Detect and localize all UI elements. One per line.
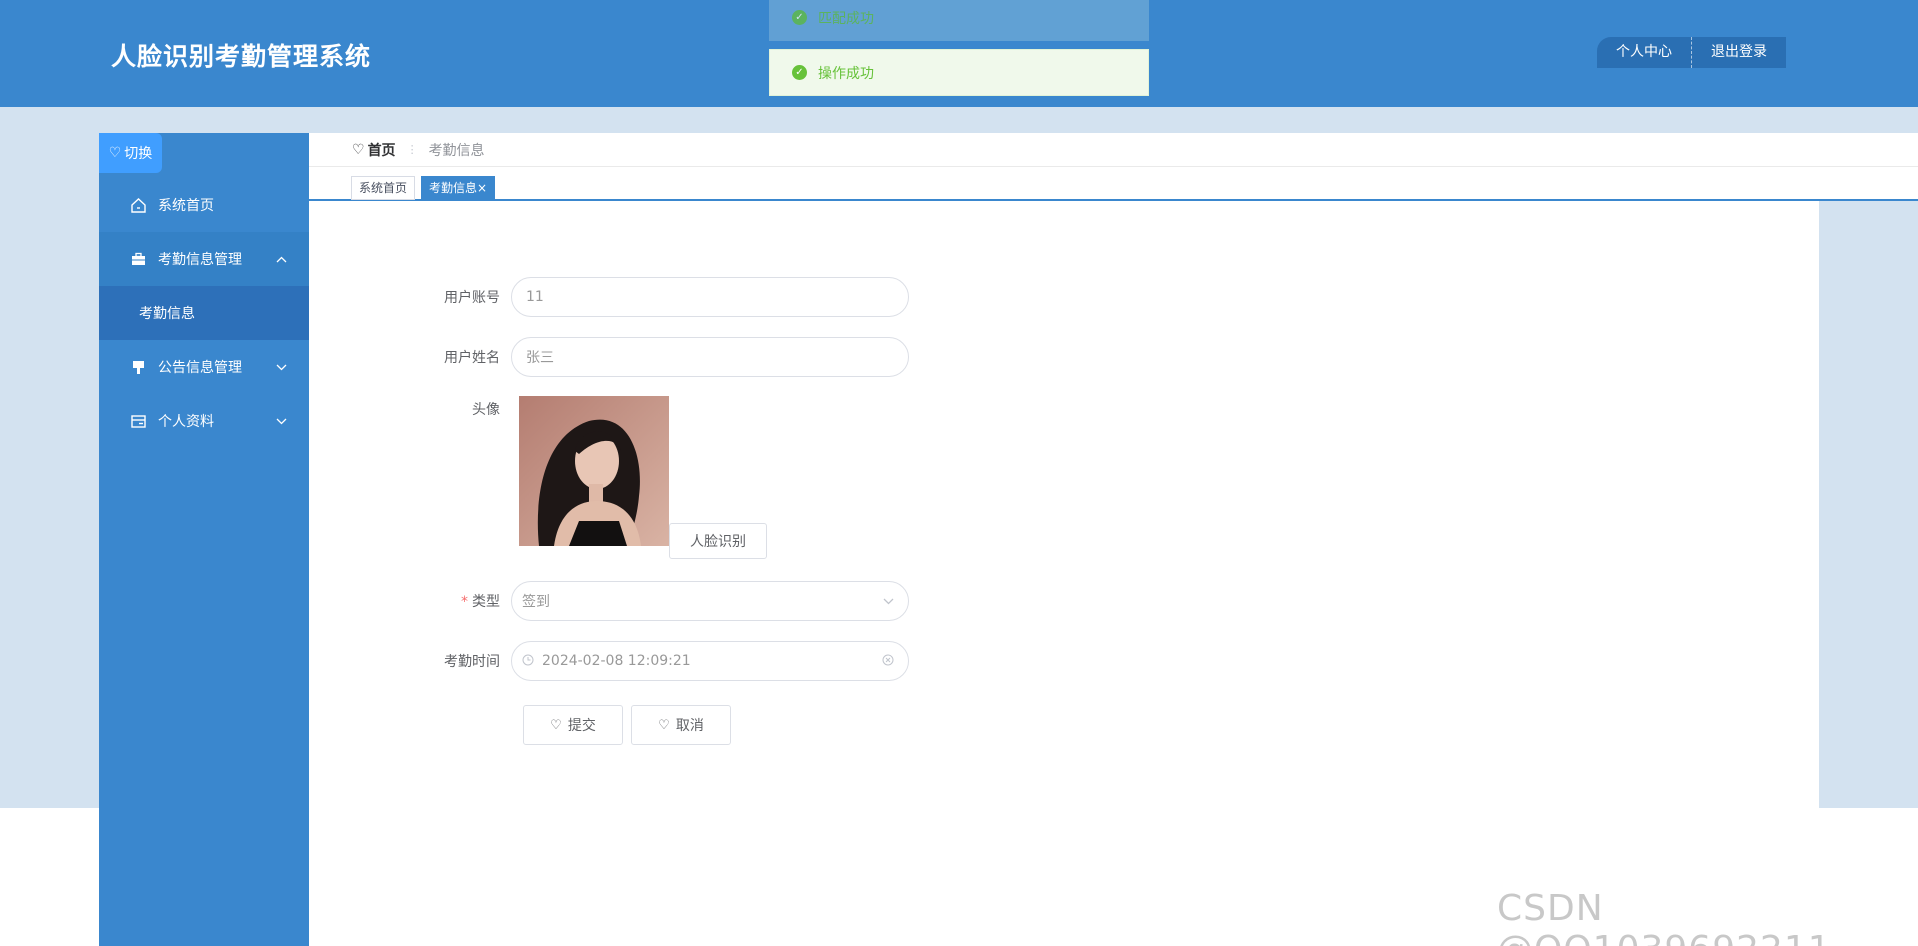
time-label: 考勤时间 (444, 654, 500, 670)
profile-card-icon (129, 412, 147, 430)
breadcrumb-current: 考勤信息 (428, 142, 485, 159)
toast-match-success: ✓ 匹配成功 (769, 0, 1149, 41)
form-row-avatar-label: 头像 (309, 399, 511, 419)
sidebar-item-label: 系统首页 (158, 198, 214, 214)
face-recognition-button[interactable]: 人脸识别 (669, 523, 767, 559)
watermark: CSDN @QQ1039692211 (1497, 888, 1831, 946)
home-icon (129, 196, 147, 214)
clear-icon[interactable] (882, 654, 894, 669)
chevron-down-icon (276, 360, 287, 374)
sidebar-item-label: 考勤信息管理 (158, 252, 242, 268)
heart-icon: ♡ (108, 145, 122, 161)
form-row-name: 用户姓名 张三 (309, 337, 909, 377)
heart-icon: ♡ (352, 141, 365, 158)
sidebar-item-home[interactable]: 系统首页 (99, 178, 309, 232)
form-row-time: 考勤时间 2024-02-08 12:09:21 (309, 641, 909, 681)
close-icon[interactable]: × (477, 181, 487, 195)
name-label: 用户姓名 (444, 350, 500, 366)
briefcase-icon (129, 250, 147, 268)
breadcrumb: ♡ 首页 ⋮ 考勤信息 (309, 133, 1918, 167)
form-panel: 用户账号 11 用户姓名 张三 头像 人脸识别 * 类型 签到 考勤时间 202… (309, 201, 1819, 813)
sidebar-subitem-attendance-info[interactable]: 考勤信息 (99, 286, 309, 340)
success-check-icon: ✓ (792, 65, 807, 80)
chevron-down-icon (883, 594, 894, 608)
breadcrumb-separator: ⋮ (406, 143, 418, 156)
avatar-label: 头像 (472, 402, 500, 418)
tabs-bar: 系统首页 考勤信息× (309, 167, 1918, 201)
switch-button[interactable]: ♡ 切换 (99, 133, 162, 173)
avatar-image[interactable] (519, 396, 669, 546)
submit-button[interactable]: ♡ 提交 (523, 705, 623, 745)
notice-icon (129, 358, 147, 376)
success-check-icon: ✓ (792, 10, 807, 25)
sidebar-menu: 系统首页 考勤信息管理 考勤信息 公告信息管理 个人资料 (99, 178, 309, 448)
required-asterisk: * (461, 594, 468, 610)
account-label: 用户账号 (444, 290, 500, 306)
sidebar: ♡ 切换 系统首页 考勤信息管理 考勤信息 公告信息管理 个人资料 (99, 133, 309, 946)
type-label: * 类型 (461, 594, 500, 610)
clock-icon (522, 654, 534, 669)
sidebar-item-profile[interactable]: 个人资料 (99, 394, 309, 448)
cancel-button[interactable]: ♡ 取消 (631, 705, 731, 745)
toast-text: 匹配成功 (818, 10, 874, 27)
header-actions: 个人中心 退出登录 (1597, 37, 1786, 68)
heart-icon: ♡ (550, 717, 562, 733)
sidebar-item-label: 公告信息管理 (158, 360, 242, 376)
logout-button[interactable]: 退出登录 (1691, 37, 1786, 68)
tab-home[interactable]: 系统首页 (351, 176, 416, 200)
personal-center-button[interactable]: 个人中心 (1597, 37, 1691, 68)
type-select[interactable]: 签到 (511, 581, 909, 621)
account-input[interactable]: 11 (511, 277, 909, 317)
sidebar-item-label: 个人资料 (158, 414, 214, 430)
main-area: ♡ 首页 ⋮ 考勤信息 系统首页 考勤信息× 用户账号 11 用户姓名 张三 头… (309, 133, 1918, 946)
form-row-type: * 类型 签到 (309, 581, 909, 621)
toast-operation-success: ✓ 操作成功 (769, 49, 1149, 96)
name-input[interactable]: 张三 (511, 337, 909, 377)
app-title: 人脸识别考勤管理系统 (111, 42, 372, 71)
form-row-account: 用户账号 11 (309, 277, 909, 317)
toast-text: 操作成功 (818, 65, 874, 82)
chevron-up-icon (276, 252, 287, 266)
attendance-time-picker[interactable]: 2024-02-08 12:09:21 (511, 641, 909, 681)
sidebar-item-notice-management[interactable]: 公告信息管理 (99, 340, 309, 394)
heart-icon: ♡ (658, 717, 670, 733)
tab-attendance-info[interactable]: 考勤信息× (421, 176, 496, 200)
breadcrumb-home[interactable]: ♡ 首页 (352, 140, 396, 160)
chevron-down-icon (276, 414, 287, 428)
sidebar-item-attendance-management[interactable]: 考勤信息管理 (99, 232, 309, 286)
